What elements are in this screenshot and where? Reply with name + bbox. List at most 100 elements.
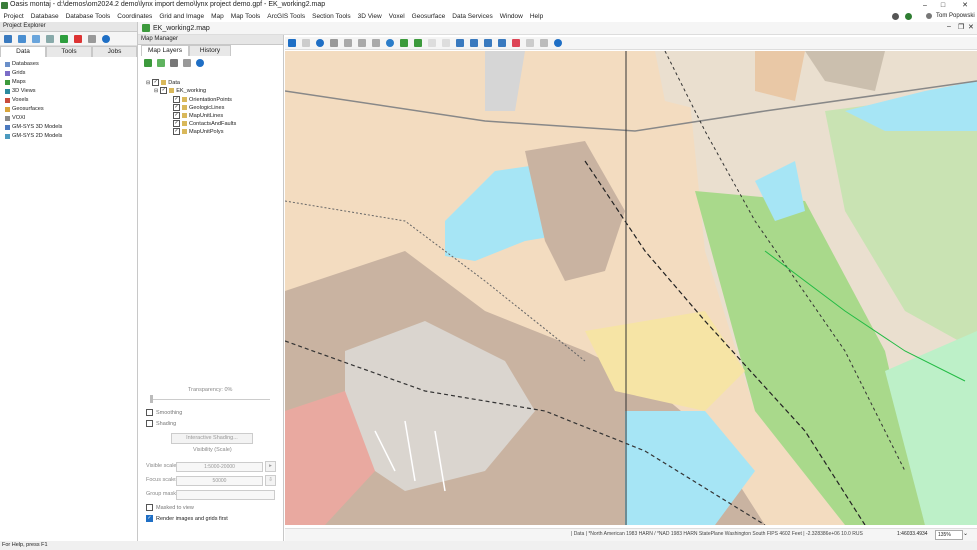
view-1-icon[interactable] <box>456 39 464 47</box>
layer-group[interactable]: ⊟ ✓ EK_working <box>154 87 206 94</box>
menu-window[interactable]: Window <box>496 11 526 22</box>
menu-grid-and-image[interactable]: Grid and Image <box>156 11 208 22</box>
zoom-box-icon[interactable] <box>344 39 352 47</box>
map-canvas[interactable] <box>285 51 977 525</box>
masked-to-view-option[interactable]: Masked to view <box>146 504 194 511</box>
group-mask-select[interactable] <box>176 490 275 500</box>
tree-item-maps[interactable]: Maps <box>5 79 26 85</box>
back-icon[interactable] <box>428 39 436 47</box>
render-first-checkbox[interactable]: ✓ <box>146 515 153 522</box>
layer-root-checkbox[interactable]: ✓ <box>152 79 160 86</box>
smoothing-option[interactable]: Smoothing <box>146 409 182 416</box>
new-project-icon[interactable] <box>4 34 12 43</box>
measure-icon[interactable] <box>526 39 534 47</box>
help-icon[interactable] <box>102 34 110 43</box>
tree-item-gmsys-2d[interactable]: GM-SYS 2D Models <box>5 133 62 139</box>
settings-icon[interactable] <box>46 34 54 43</box>
menu-voxel[interactable]: Voxel <box>385 11 408 22</box>
masked-to-view-checkbox[interactable] <box>146 504 153 511</box>
layer-item[interactable]: ✓ ContactsAndFaults <box>173 120 236 127</box>
globe-icon[interactable] <box>386 39 394 47</box>
menu-map-tools[interactable]: Map Tools <box>227 11 264 22</box>
pan-icon[interactable] <box>330 39 338 47</box>
tree-item-geosurfaces[interactable]: Geosurfaces <box>5 106 44 112</box>
zoom-out-icon[interactable] <box>372 39 380 47</box>
layer-item[interactable]: ✓ OrientationPoints <box>173 96 232 103</box>
refresh-icon[interactable] <box>892 13 899 20</box>
user-name[interactable]: Tom Popowski <box>936 11 975 22</box>
tab-jobs[interactable]: Jobs <box>92 46 138 57</box>
render-first-option[interactable]: ✓ Render images and grids first <box>146 515 228 522</box>
layer-checkbox[interactable]: ✓ <box>173 112 180 119</box>
open-folder-icon[interactable] <box>18 34 26 43</box>
lasso-icon[interactable] <box>302 39 310 47</box>
visible-scales-input[interactable]: 1:5000-20000 <box>176 462 263 472</box>
layout-icon[interactable] <box>32 34 40 43</box>
menu-coordinates[interactable]: Coordinates <box>114 11 156 22</box>
transparency-slider[interactable] <box>150 399 270 400</box>
layer-props-icon[interactable] <box>157 58 165 67</box>
shading-checkbox[interactable] <box>146 420 153 427</box>
map-view-icon[interactable] <box>400 39 408 47</box>
smoothing-checkbox[interactable] <box>146 409 153 416</box>
menu-3d-view[interactable]: 3D View <box>354 11 385 22</box>
layer-root[interactable]: ⊟ ✓ Data <box>146 79 180 86</box>
menu-geosurface[interactable]: Geosurface <box>408 11 449 22</box>
stop-icon[interactable] <box>88 34 96 43</box>
tab-history[interactable]: History <box>189 45 231 56</box>
menu-database[interactable]: Database <box>27 11 62 22</box>
help-icon[interactable] <box>554 39 562 47</box>
interactive-shading-button[interactable]: Interactive Shading... <box>171 433 253 444</box>
group-icon[interactable] <box>170 58 178 67</box>
focus-scales-input[interactable]: 50000 <box>176 476 263 486</box>
tree-item-3d-views[interactable]: 3D Views <box>5 88 36 94</box>
close-icon[interactable]: ✕ <box>955 0 975 11</box>
zoom-select[interactable]: 135% <box>935 530 963 540</box>
tree-item-voxels[interactable]: Voxels <box>5 97 28 103</box>
view-3-icon[interactable] <box>484 39 492 47</box>
marker-icon[interactable] <box>512 39 520 47</box>
layer-item[interactable]: ✓ MapUnitLines <box>173 112 223 119</box>
layer-checkbox[interactable]: ✓ <box>173 104 180 111</box>
tree-item-voxi[interactable]: VOXI <box>5 115 25 121</box>
menu-database-tools[interactable]: Database Tools <box>62 11 114 22</box>
layer-checkbox[interactable]: ✓ <box>173 120 180 127</box>
layer-item[interactable]: ✓ MapUnitPolys <box>173 128 224 135</box>
minimize-icon[interactable]: – <box>915 0 935 11</box>
map-window-restore-icon[interactable]: ❐ <box>958 23 964 31</box>
filter-icon[interactable] <box>183 58 191 67</box>
tree-item-grids[interactable]: Grids <box>5 70 25 76</box>
view-4-icon[interactable] <box>498 39 506 47</box>
layer-item[interactable]: ✓ GeologicLines <box>173 104 224 111</box>
menu-data-services[interactable]: Data Services <box>449 11 496 22</box>
layer-checkbox[interactable]: ✓ <box>173 128 180 135</box>
menu-map[interactable]: Map <box>208 11 228 22</box>
set-visible-scale-icon[interactable]: ▸ <box>265 461 276 472</box>
layers-icon[interactable] <box>414 39 422 47</box>
menu-project[interactable]: Project <box>0 11 27 22</box>
settings-icon[interactable] <box>540 39 548 47</box>
select-tool-icon[interactable] <box>288 39 296 47</box>
sync-icon[interactable] <box>905 13 912 20</box>
info-icon[interactable] <box>316 39 324 47</box>
tab-tools[interactable]: Tools <box>46 46 92 57</box>
shading-option[interactable]: Shading <box>146 420 176 427</box>
tree-item-databases[interactable]: Databases <box>5 61 39 67</box>
zoom-in-icon[interactable] <box>358 39 366 47</box>
view-2-icon[interactable] <box>470 39 478 47</box>
chevron-down-icon[interactable]: ⌄ <box>963 530 968 537</box>
menu-arcgis-tools[interactable]: ArcGIS Tools <box>264 11 309 22</box>
add-layer-icon[interactable] <box>144 58 152 67</box>
layer-group-checkbox[interactable]: ✓ <box>160 87 168 94</box>
transparency-slider-thumb[interactable] <box>150 395 153 403</box>
layer-checkbox[interactable]: ✓ <box>173 96 180 103</box>
menu-help[interactable]: Help <box>526 11 546 22</box>
map-window-minimize-icon[interactable]: – <box>947 23 951 30</box>
set-focus-scale-icon[interactable]: ⇩ <box>265 475 276 486</box>
record-icon[interactable] <box>74 34 82 43</box>
maximize-icon[interactable]: □ <box>933 0 953 11</box>
tab-data[interactable]: Data <box>0 46 46 57</box>
map-window-close-icon[interactable]: ✕ <box>968 23 974 31</box>
tree-item-gmsys-3d[interactable]: GM-SYS 3D Models <box>5 124 62 130</box>
tab-map-layers[interactable]: Map Layers <box>141 45 189 56</box>
